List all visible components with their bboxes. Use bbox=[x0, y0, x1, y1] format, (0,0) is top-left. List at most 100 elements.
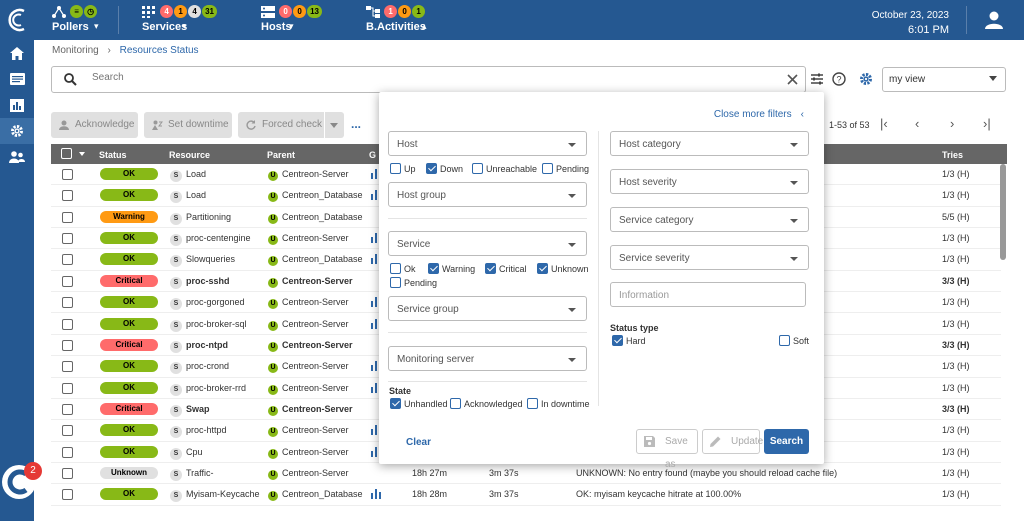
service-state-pending-checkbox[interactable]: Pending bbox=[390, 277, 437, 288]
checkbox-box[interactable] bbox=[390, 398, 401, 409]
sidebar-item-configuration[interactable] bbox=[0, 118, 34, 144]
row-checkbox[interactable] bbox=[62, 425, 73, 437]
column-graph[interactable]: G bbox=[369, 150, 376, 160]
previous-page-icon[interactable]: ‹ bbox=[915, 116, 919, 131]
service-severity-select[interactable]: Service severity bbox=[610, 245, 809, 270]
parent-cell[interactable]: U Centreon-Server bbox=[268, 361, 349, 374]
checkbox-box[interactable] bbox=[779, 335, 790, 346]
status-type-hard-checkbox[interactable]: Hard bbox=[612, 335, 646, 346]
parent-cell[interactable]: U Centreon-Server bbox=[268, 404, 353, 416]
row-checkbox[interactable] bbox=[62, 190, 73, 202]
parent-cell[interactable]: U Centreon_Database bbox=[268, 489, 363, 502]
table-row[interactable]: Unknown S Traffic- U Centreon-Server 18h 27m 3… bbox=[51, 463, 1001, 485]
checkbox-box[interactable] bbox=[390, 163, 401, 174]
select-all-checkbox[interactable] bbox=[61, 148, 72, 159]
hosts-up-count[interactable]: 13 bbox=[307, 5, 322, 18]
pollers-menu[interactable]: ≡ ◷ Pollers ▾ bbox=[52, 5, 112, 35]
service-state-ok-checkbox[interactable]: Ok bbox=[390, 263, 416, 274]
resource-cell[interactable]: S Partitioning bbox=[170, 212, 231, 225]
row-checkbox[interactable] bbox=[62, 169, 73, 180]
resource-cell[interactable]: Sproc-gorgoned bbox=[170, 297, 245, 311]
resource-cell[interactable]: S Load bbox=[170, 190, 206, 204]
checkbox-box[interactable] bbox=[472, 163, 483, 174]
host-state-pending-checkbox[interactable]: Pending bbox=[542, 163, 589, 174]
parent-cell[interactable]: U Centreon_Database bbox=[268, 190, 363, 203]
row-checkbox[interactable] bbox=[62, 254, 73, 266]
activities-menu[interactable]: 101 B.Activities ▴ bbox=[366, 5, 446, 35]
host-state-unreachable-checkbox[interactable]: Unreachable bbox=[472, 163, 537, 174]
row-checkbox[interactable] bbox=[62, 275, 73, 287]
parent-cell[interactable]: U Centreon_Database bbox=[268, 212, 363, 224]
breadcrumb-resources-status[interactable]: Resources Status bbox=[120, 45, 199, 56]
parent-cell[interactable]: U Centreon-Server bbox=[268, 425, 349, 438]
row-checkbox[interactable] bbox=[62, 468, 73, 480]
services-menu[interactable]: 4 1 4 31 Services ▾ bbox=[142, 5, 232, 35]
activities-critical-count[interactable]: 1 bbox=[384, 5, 398, 18]
checkbox-box[interactable] bbox=[612, 335, 623, 346]
column-resource[interactable]: Resource bbox=[169, 150, 210, 160]
resource-cell[interactable]: S Myisam-Keycache bbox=[170, 489, 260, 503]
parent-cell[interactable]: U Centreon-Server bbox=[268, 447, 349, 459]
set-downtime-button[interactable]: Set downtime bbox=[144, 112, 232, 138]
checkbox-box[interactable] bbox=[542, 163, 553, 174]
parent-cell[interactable]: U Centreon-Server bbox=[268, 383, 349, 395]
checkbox-box[interactable] bbox=[527, 398, 538, 409]
parent-cell[interactable]: U Centreon-Server bbox=[268, 297, 349, 310]
table-scrollbar[interactable] bbox=[1000, 164, 1006, 260]
resource-cell[interactable]: S Traffic- bbox=[170, 468, 214, 482]
checkbox-box[interactable] bbox=[450, 398, 461, 409]
host-state-down-checkbox[interactable]: Down bbox=[426, 163, 463, 174]
service-state-critical-checkbox[interactable]: Critical bbox=[485, 263, 527, 274]
sidebar-item-reporting[interactable] bbox=[0, 92, 34, 118]
checkbox-box[interactable] bbox=[485, 263, 496, 274]
save-as-button[interactable]: Save as bbox=[636, 429, 698, 470]
hosts-down-count[interactable]: 0 bbox=[279, 5, 293, 18]
resource-cell[interactable]: Sproc-ntpd bbox=[170, 340, 228, 353]
sidebar-item-monitoring[interactable] bbox=[0, 66, 34, 92]
forced-check-menu-button[interactable] bbox=[325, 112, 344, 138]
row-checkbox[interactable] bbox=[62, 446, 73, 458]
parent-cell[interactable]: U Centreon-Server bbox=[268, 276, 353, 288]
table-row[interactable]: OK S Myisam-Keycache U Centreon_Database 18h … bbox=[51, 484, 1001, 506]
hosts-menu[interactable]: 0 0 13 Hosts ▾ bbox=[261, 5, 341, 35]
parent-cell[interactable]: U Centreon-Server bbox=[268, 468, 349, 481]
service-group-select[interactable]: Service group bbox=[388, 296, 587, 321]
resource-cell[interactable]: Sproc-crond bbox=[170, 361, 229, 375]
checkbox-box[interactable] bbox=[390, 263, 401, 274]
resource-cell[interactable]: Sproc-sshd bbox=[170, 276, 230, 289]
checkbox-box[interactable] bbox=[426, 163, 437, 174]
search-input[interactable] bbox=[92, 72, 692, 83]
parent-cell[interactable]: U Centreon-Server bbox=[268, 340, 353, 352]
breadcrumb-monitoring[interactable]: Monitoring bbox=[52, 45, 99, 56]
close-more-filters-button[interactable]: Close more filters ‹ bbox=[714, 109, 804, 120]
search-button[interactable]: Search bbox=[764, 429, 809, 454]
resource-cell[interactable]: S Cpu bbox=[170, 447, 203, 460]
row-checkbox[interactable] bbox=[62, 297, 73, 309]
status-type-soft-checkbox[interactable]: Soft bbox=[779, 335, 809, 346]
service-state-warning-checkbox[interactable]: Warning bbox=[428, 263, 475, 274]
service-state-unknown-checkbox[interactable]: Unknown bbox=[537, 263, 589, 274]
row-checkbox[interactable] bbox=[62, 233, 73, 245]
resource-cell[interactable]: Sproc-broker-sql bbox=[170, 319, 247, 332]
last-page-icon[interactable]: ›| bbox=[983, 116, 991, 131]
row-checkbox[interactable] bbox=[62, 211, 73, 223]
parent-cell[interactable]: U Centreon-Server bbox=[268, 233, 349, 246]
state-acknowledged-checkbox[interactable]: Acknowledged bbox=[450, 398, 523, 409]
services-warning-count[interactable]: 1 bbox=[174, 5, 188, 18]
resource-cell[interactable]: S Slowqueries bbox=[170, 254, 235, 268]
information-input[interactable]: Information bbox=[610, 282, 806, 307]
parent-cell[interactable]: U Centreon-Server bbox=[268, 319, 349, 331]
resource-cell[interactable]: S Load bbox=[170, 169, 206, 182]
clear-search-icon[interactable] bbox=[787, 74, 798, 85]
row-checkbox[interactable] bbox=[62, 403, 73, 415]
parent-cell[interactable]: U Centreon_Database bbox=[268, 254, 363, 267]
resource-cell[interactable]: S Swap bbox=[170, 404, 210, 417]
column-tries[interactable]: Tries bbox=[942, 150, 963, 160]
acknowledge-button[interactable]: Acknowledge bbox=[51, 112, 138, 138]
checkbox-box[interactable] bbox=[390, 277, 401, 288]
services-ok-count[interactable]: 31 bbox=[202, 5, 217, 18]
host-group-select[interactable]: Host group bbox=[388, 182, 587, 207]
services-critical-count[interactable]: 4 bbox=[160, 5, 174, 18]
forced-check-button[interactable]: Forced check bbox=[238, 112, 324, 138]
first-page-icon[interactable]: |‹ bbox=[880, 116, 888, 131]
